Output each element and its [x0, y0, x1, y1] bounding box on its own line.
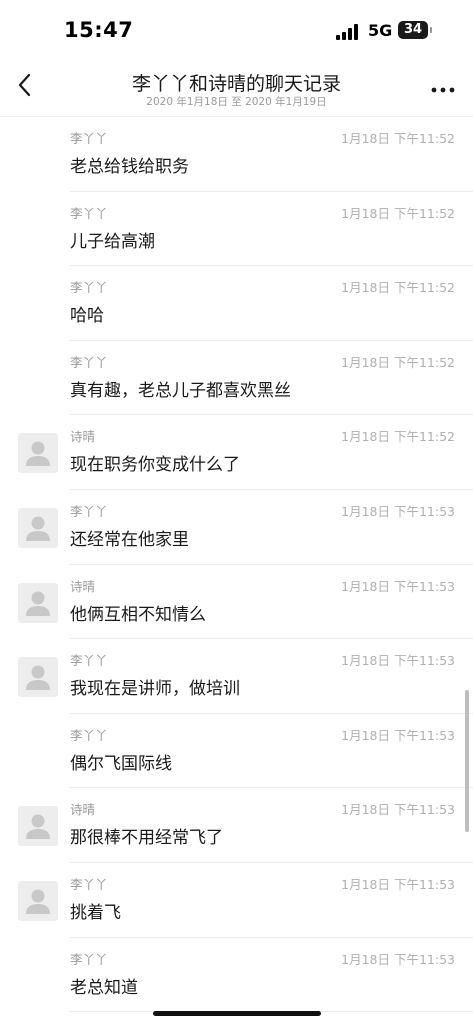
scrollbar[interactable]: [465, 690, 469, 832]
message-row[interactable]: 李丫丫 1月18日 下午11:52 哈哈: [0, 266, 473, 341]
signal-icon: [336, 24, 360, 40]
message-sender: 李丫丫: [70, 951, 108, 967]
message-text: 老总给钱给职务: [70, 157, 189, 177]
nav-bar: 李丫丫和诗晴的聊天记录 2020 年1月18日 至 2020 年1月19日: [0, 60, 473, 117]
message-time: 1月18日 下午11:52: [341, 131, 455, 146]
message-text: 哈哈: [70, 306, 104, 327]
message-row[interactable]: 诗晴 1月18日 下午11:53 那很棒不用经常飞了: [0, 788, 473, 863]
message-text: 那很棒不用经常飞了: [70, 828, 223, 849]
message-text: 儿子给高潮: [70, 231, 155, 252]
message-text: 偶尔飞国际线: [70, 753, 172, 774]
avatar-icon[interactable]: [18, 507, 58, 548]
message-list: 李丫丫 1月18日 下午11:52 老总给钱给职务 李丫丫 1月18日 下午11…: [0, 117, 473, 1013]
message-time: 1月18日 下午11:53: [341, 503, 455, 519]
ellipsis-icon[interactable]: [430, 80, 456, 93]
avatar-icon[interactable]: [18, 880, 58, 921]
message-text: 真有趣，老总儿子都喜欢黑丝: [70, 380, 291, 401]
message-text: 还经常在他家里: [70, 529, 189, 550]
message-sender: 李丫丫: [70, 876, 108, 892]
message-sender: 诗晴: [70, 429, 96, 445]
message-text: 我现在是讲师，做培训: [70, 679, 240, 700]
message-time: 1月18日 下午11:52: [341, 429, 455, 445]
message-row[interactable]: 李丫丫 1月18日 下午11:53 偶尔飞国际线: [0, 714, 473, 789]
message-time: 1月18日 下午11:53: [341, 802, 455, 818]
message-row[interactable]: 李丫丫 1月18日 下午11:53 还经常在他家里: [0, 490, 473, 565]
message-sender: 李丫丫: [70, 727, 108, 743]
message-time: 1月18日 下午11:53: [341, 653, 455, 669]
avatar-icon[interactable]: [18, 433, 58, 474]
message-sender: 李丫丫: [70, 653, 108, 669]
message-sender: 诗晴: [70, 578, 96, 594]
message-text: 他俩互相不知情么: [70, 604, 206, 625]
battery-cap: [430, 27, 432, 33]
message-sender: 李丫丫: [70, 205, 108, 221]
message-row[interactable]: 诗晴 1月18日 下午11:53 他俩互相不知情么: [0, 565, 473, 640]
message-text: 现在职务你变成什么了: [70, 455, 240, 476]
date-range: 2020 年1月18日 至 2020 年1月19日: [146, 96, 327, 108]
message-row[interactable]: 李丫丫 1月18日 下午11:52 儿子给高潮: [0, 192, 473, 267]
message-sender: 李丫丫: [70, 280, 108, 296]
message-time: 1月18日 下午11:52: [341, 280, 455, 296]
message-time: 1月18日 下午11:52: [341, 354, 455, 370]
message-row[interactable]: 诗晴 1月18日 下午11:52 现在职务你变成什么了: [0, 415, 473, 490]
message-row[interactable]: 李丫丫 1月18日 下午11:53 老总知道: [0, 938, 473, 1013]
message-time: 1月18日 下午11:53: [341, 727, 455, 743]
message-text: 挑着飞: [70, 902, 121, 923]
message-row[interactable]: 李丫丫 1月18日 下午11:53 挑着飞: [0, 863, 473, 938]
page-title: 李丫丫和诗晴的聊天记录: [131, 73, 341, 95]
network-type: 5G: [368, 21, 393, 40]
avatar-icon[interactable]: [18, 657, 58, 698]
message-time: 1月18日 下午11:52: [341, 205, 455, 221]
message-text: 老总知道: [70, 977, 138, 998]
message-time: 1月18日 下午11:53: [341, 578, 455, 594]
message-time: 1月18日 下午11:53: [341, 876, 455, 892]
message-sender: 李丫丫: [70, 131, 108, 146]
message-sender: 李丫丫: [70, 503, 108, 519]
message-row[interactable]: 李丫丫 1月18日 下午11:52 老总给钱给职务: [0, 117, 473, 192]
message-sender: 诗晴: [70, 802, 96, 818]
battery-icon: 34: [398, 21, 428, 39]
message-row[interactable]: 李丫丫 1月18日 下午11:52 真有趣，老总儿子都喜欢黑丝: [0, 341, 473, 416]
avatar-icon[interactable]: [18, 582, 58, 623]
message-time: 1月18日 下午11:53: [341, 951, 455, 967]
message-row[interactable]: 李丫丫 1月18日 下午11:53 我现在是讲师，做培训: [0, 639, 473, 714]
status-bar: 15:47 5G 34: [0, 0, 473, 60]
home-indicator[interactable]: [153, 1011, 321, 1016]
status-time: 15:47: [64, 18, 134, 42]
avatar-icon[interactable]: [18, 806, 58, 847]
message-sender: 李丫丫: [70, 354, 108, 370]
